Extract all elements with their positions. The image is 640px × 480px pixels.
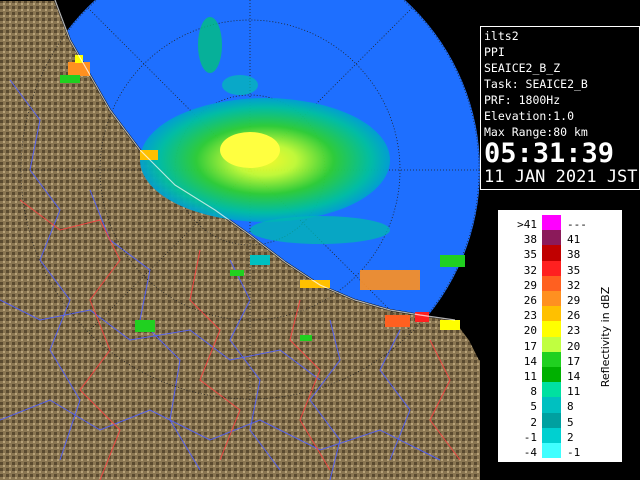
legend-low-value: 20 (523, 324, 537, 338)
legend-low-value: 2 (530, 415, 537, 429)
legend-swatch (542, 215, 561, 231)
legend-high-value: 20 (567, 339, 581, 353)
legend-low-value: 17 (523, 339, 537, 353)
legend-high-value: 11 (567, 385, 581, 399)
legend-high-value: 2 (567, 430, 574, 444)
radar-ppi-map (0, 0, 480, 480)
legend-swatch (542, 443, 561, 459)
legend-high-value: 23 (567, 324, 581, 338)
legend-high-value: 17 (567, 354, 581, 368)
legend-swatch (542, 260, 561, 276)
prf-value: PRF: 1800Hz (484, 93, 561, 107)
legend-high-value: -1 (567, 446, 581, 459)
max-range-value: Max Range:80 km (484, 125, 588, 139)
color-legend: >41 --- 38 41 35 38 32 35 29 32 26 29 23 26 20 23 17 20 14… (498, 210, 622, 462)
legend-low-value: 32 (523, 263, 537, 277)
scan-time: 05:31:39 (484, 138, 615, 169)
legend-high-value: 26 (567, 309, 581, 323)
legend-low-value: 38 (523, 233, 537, 247)
legend-swatch (542, 351, 561, 367)
legend-swatch (542, 245, 561, 261)
legend-swatch (542, 275, 561, 291)
legend-title: Reflectivity in dBZ (599, 286, 612, 388)
legend-swatch (542, 427, 561, 443)
legend-low-value: 5 (530, 400, 537, 414)
legend-low-value: -1 (523, 430, 537, 444)
legend-low-value: 8 (530, 385, 537, 399)
radar-info-panel: ilts2 PPI SEAICE2_B_Z Task: SEAICE2_B PR… (480, 26, 640, 190)
legend-swatch (542, 382, 561, 398)
legend-low-value: 35 (523, 248, 537, 262)
scan-date: 11 JAN 2021 JST (484, 167, 638, 187)
legend-high-value: 29 (567, 294, 581, 307)
legend-low-value: 26 (523, 294, 537, 307)
legend-high-value: 5 (567, 415, 574, 429)
legend-swatch (542, 397, 561, 413)
legend-high-value: 35 (567, 263, 581, 277)
legend-swatch (542, 412, 561, 428)
product-name: SEAICE2_B_Z (484, 61, 561, 75)
legend-low-value: 14 (523, 354, 537, 368)
legend-high-value: 38 (567, 248, 581, 262)
legend-low-value: 23 (523, 309, 537, 323)
scan-mode: PPI (484, 45, 505, 59)
legend-swatch (542, 367, 561, 383)
legend-high-value: 32 (567, 278, 581, 292)
legend-high-value: --- (567, 218, 587, 231)
legend-low-value: -4 (523, 446, 537, 459)
legend-swatch (542, 336, 561, 352)
legend-high-value: 8 (567, 400, 574, 414)
legend-low-value: >41 (517, 218, 537, 231)
legend-swatch (542, 230, 561, 246)
legend-swatch (542, 321, 561, 337)
legend-low-value: 29 (523, 278, 537, 292)
task-name: Task: SEAICE2_B (484, 77, 588, 91)
radar-name: ilts2 (484, 29, 519, 43)
legend-row: -4 -1 (499, 443, 599, 461)
legend-high-value: 14 (567, 370, 581, 383)
legend-swatch (542, 306, 561, 322)
legend-swatch (542, 291, 561, 307)
legend-high-value: 41 (567, 233, 581, 247)
elevation-value: Elevation:1.0 (484, 109, 575, 123)
legend-low-value: 11 (523, 370, 537, 383)
